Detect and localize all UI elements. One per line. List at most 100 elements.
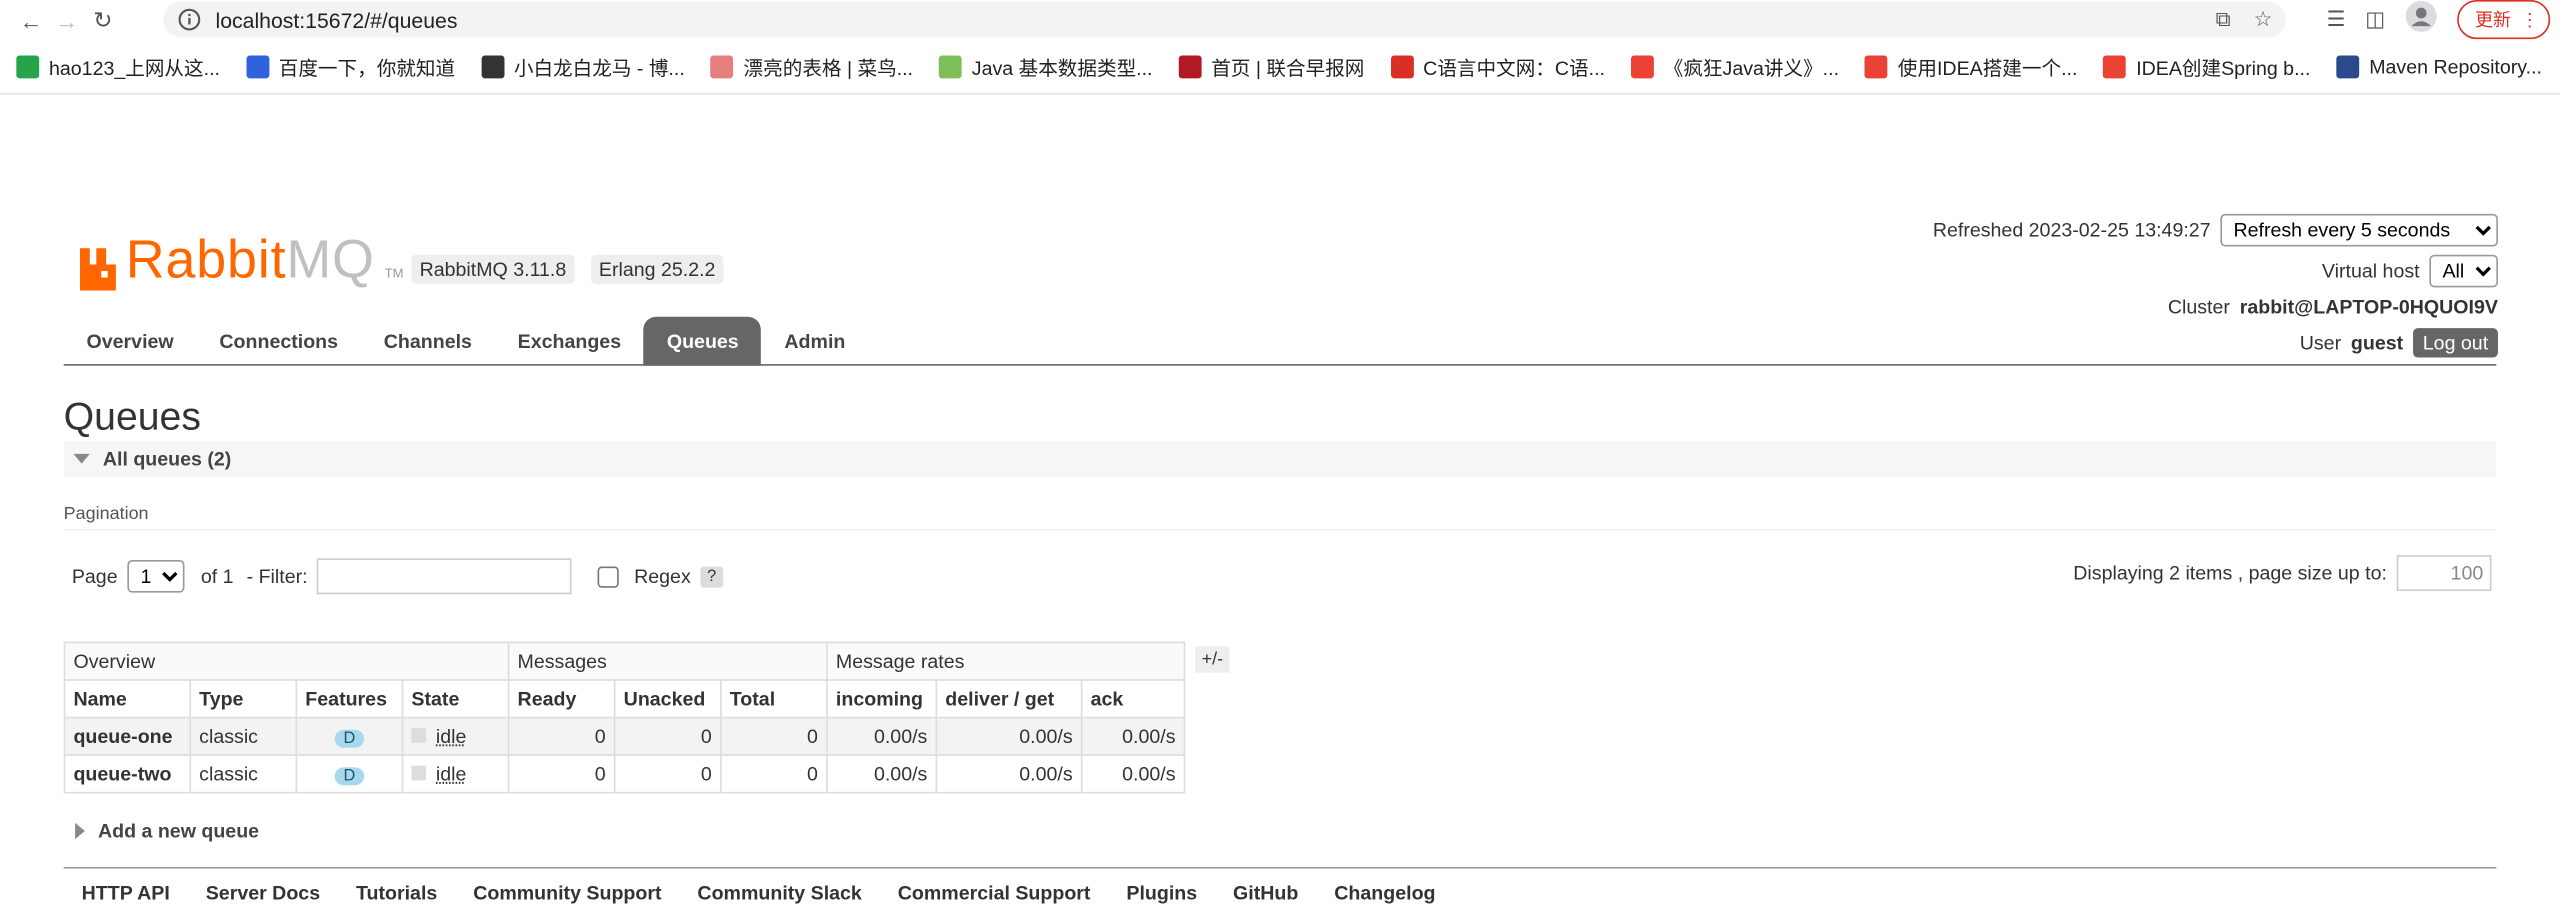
state-label[interactable]: idle bbox=[436, 725, 467, 748]
col-type[interactable]: Type bbox=[189, 679, 298, 719]
reload-icon[interactable]: ↻ bbox=[85, 7, 121, 35]
queue-type: classic bbox=[189, 716, 298, 756]
col-state[interactable]: State bbox=[401, 679, 510, 719]
tab-admin[interactable]: Admin bbox=[762, 317, 869, 366]
tab-overview[interactable]: Overview bbox=[64, 317, 197, 366]
rabbitmq-logo[interactable]: RabbitMQ TM bbox=[79, 229, 403, 291]
side-panel-icon[interactable]: ◫ bbox=[2365, 7, 2385, 33]
update-button[interactable]: 更新 ⋮ bbox=[2457, 0, 2551, 40]
table-row: queue-two classic Didle 0 0 0 0.00/s 0.00/s 0.00… bbox=[63, 754, 1186, 794]
footer-link-github[interactable]: GitHub bbox=[1233, 882, 1298, 905]
col-ready[interactable]: Ready bbox=[507, 679, 616, 719]
vhost-select[interactable]: All bbox=[2429, 254, 2498, 288]
add-queue-toggle[interactable]: Add a new queue bbox=[75, 820, 259, 842]
header-info: Refreshed 2023-02-25 13:49:27 Refresh ev… bbox=[1933, 212, 2498, 361]
bookmark-item[interactable]: 小白龙白龙马 - 博... bbox=[481, 53, 685, 81]
footer-link-http-api[interactable]: HTTP API bbox=[82, 882, 170, 905]
queue-state: idle bbox=[401, 716, 510, 756]
footer-link-commercial-support[interactable]: Commercial Support bbox=[898, 882, 1091, 905]
column-toggle-button[interactable]: +/- bbox=[1195, 646, 1230, 673]
unacked-count: 0 bbox=[613, 754, 722, 794]
bookmark-favicon-icon bbox=[1178, 55, 1202, 79]
rabbitmq-version: RabbitMQ 3.11.8 bbox=[411, 254, 575, 285]
footer-link-tutorials[interactable]: Tutorials bbox=[356, 882, 437, 905]
state-indicator-icon bbox=[411, 765, 427, 781]
col-name[interactable]: Name bbox=[63, 679, 192, 719]
bookmark-favicon-icon bbox=[2336, 55, 2360, 79]
displaying-info: Displaying 2 items , page size up to: bbox=[2073, 555, 2492, 592]
footer-link-community-support[interactable]: Community Support bbox=[473, 882, 661, 905]
vhost-label: Virtual host bbox=[2321, 259, 2420, 283]
bookmark-item[interactable]: 使用IDEA搭建一个... bbox=[1865, 53, 2077, 81]
queue-name-link[interactable]: queue-one bbox=[63, 716, 192, 756]
queue-features: D bbox=[295, 754, 404, 794]
col-incoming[interactable]: incoming bbox=[826, 679, 938, 719]
bookmark-favicon-icon bbox=[710, 55, 734, 79]
footer-link-plugins[interactable]: Plugins bbox=[1126, 882, 1197, 905]
main-tabs: Overview Connections Channels Exchanges Queu… bbox=[64, 316, 869, 366]
bookmark-item[interactable]: Java 基本数据类型... bbox=[939, 53, 1152, 81]
share-icon[interactable]: ⧉ bbox=[2216, 7, 2231, 33]
group-messages: Messages bbox=[507, 641, 828, 681]
table-row: queue-one classic Didle 0 0 0 0.00/s 0.00/s 0.00… bbox=[63, 716, 1186, 756]
update-label: 更新 bbox=[2475, 11, 2512, 32]
reading-list-icon[interactable]: ☰ bbox=[2327, 7, 2346, 33]
col-features[interactable]: Features bbox=[295, 679, 404, 719]
bookmark-item[interactable]: 百度一下，你就知道 bbox=[246, 53, 455, 81]
bookmark-favicon-icon bbox=[16, 55, 40, 79]
info-icon[interactable] bbox=[176, 7, 202, 33]
total-count: 0 bbox=[719, 754, 828, 794]
rabbit-logo-icon bbox=[79, 248, 116, 291]
bookmark-item[interactable]: IDEA创建Spring b... bbox=[2103, 53, 2310, 81]
displaying-label: Displaying 2 items , page size up to: bbox=[2073, 561, 2387, 585]
incoming-rate: 0.00/s bbox=[826, 716, 938, 756]
tab-channels[interactable]: Channels bbox=[361, 317, 495, 366]
queue-name-link[interactable]: queue-two bbox=[63, 754, 192, 794]
tab-queues[interactable]: Queues bbox=[643, 316, 762, 366]
footer-link-changelog[interactable]: Changelog bbox=[1334, 882, 1435, 905]
tab-exchanges[interactable]: Exchanges bbox=[495, 317, 644, 366]
col-deliver-get[interactable]: deliver / get bbox=[935, 679, 1083, 719]
bookmark-label: 漂亮的表格 | 菜鸟... bbox=[743, 56, 914, 80]
profile-avatar-icon[interactable] bbox=[2405, 0, 2438, 40]
bookmark-item[interactable]: hao123_上网从这... bbox=[16, 53, 220, 81]
tab-connections[interactable]: Connections bbox=[197, 317, 361, 366]
bookmark-item[interactable]: 《疯狂Java讲义》... bbox=[1631, 53, 1839, 81]
regex-help-button[interactable]: ? bbox=[700, 565, 723, 587]
total-count: 0 bbox=[719, 716, 828, 756]
bookmark-item[interactable]: Maven Repository... bbox=[2336, 55, 2542, 79]
menu-kebab-icon[interactable]: ⋮ bbox=[2521, 9, 2539, 31]
col-ack[interactable]: ack bbox=[1080, 679, 1186, 719]
col-total[interactable]: Total bbox=[719, 679, 828, 719]
bookmark-item[interactable]: C语言中文网：C语... bbox=[1390, 53, 1605, 81]
back-icon[interactable]: ← bbox=[13, 7, 49, 33]
bookmark-label: Maven Repository... bbox=[2369, 55, 2542, 79]
bookmark-favicon-icon bbox=[246, 55, 269, 79]
bookmark-item[interactable]: 漂亮的表格 | 菜鸟... bbox=[710, 53, 914, 81]
collapse-triangle-icon bbox=[73, 453, 90, 464]
all-queues-section-toggle[interactable]: All queues (2) bbox=[63, 440, 2497, 477]
pagination-controls: Page 1 of 1 - Filter: Regex ? bbox=[64, 558, 723, 595]
refresh-interval-select[interactable]: Refresh every 5 seconds bbox=[2220, 213, 2498, 247]
footer-link-community-slack[interactable]: Community Slack bbox=[697, 882, 861, 905]
forward-icon[interactable]: → bbox=[49, 7, 85, 33]
bookmark-label: C语言中文网：C语... bbox=[1423, 56, 1605, 80]
page-size-input[interactable] bbox=[2396, 555, 2492, 592]
page-select[interactable]: 1 bbox=[127, 559, 185, 593]
url-text[interactable]: localhost:15672/#/queues bbox=[216, 7, 458, 31]
state-label[interactable]: idle bbox=[436, 762, 467, 785]
logout-button[interactable]: Log out bbox=[2412, 328, 2498, 358]
filter-input[interactable] bbox=[317, 558, 573, 595]
bookmark-label: 首页 | 联合早报网 bbox=[1211, 56, 1365, 80]
bookmark-star-icon[interactable]: ☆ bbox=[2254, 7, 2273, 33]
bookmark-label: 百度一下，你就知道 bbox=[278, 56, 456, 80]
footer-link-server-docs[interactable]: Server Docs bbox=[206, 882, 320, 905]
col-unacked[interactable]: Unacked bbox=[613, 679, 722, 719]
regex-checkbox[interactable] bbox=[598, 565, 620, 587]
footer-divider bbox=[63, 866, 2497, 869]
queues-table: Overview Messages Message rates Name Typ… bbox=[63, 641, 1186, 794]
bookmark-item[interactable]: 首页 | 联合早报网 bbox=[1178, 53, 1365, 81]
durable-badge[interactable]: D bbox=[335, 729, 364, 748]
durable-badge[interactable]: D bbox=[335, 767, 364, 786]
address-bar[interactable]: localhost:15672/#/queues ⧉ ☆ bbox=[163, 1, 2286, 38]
